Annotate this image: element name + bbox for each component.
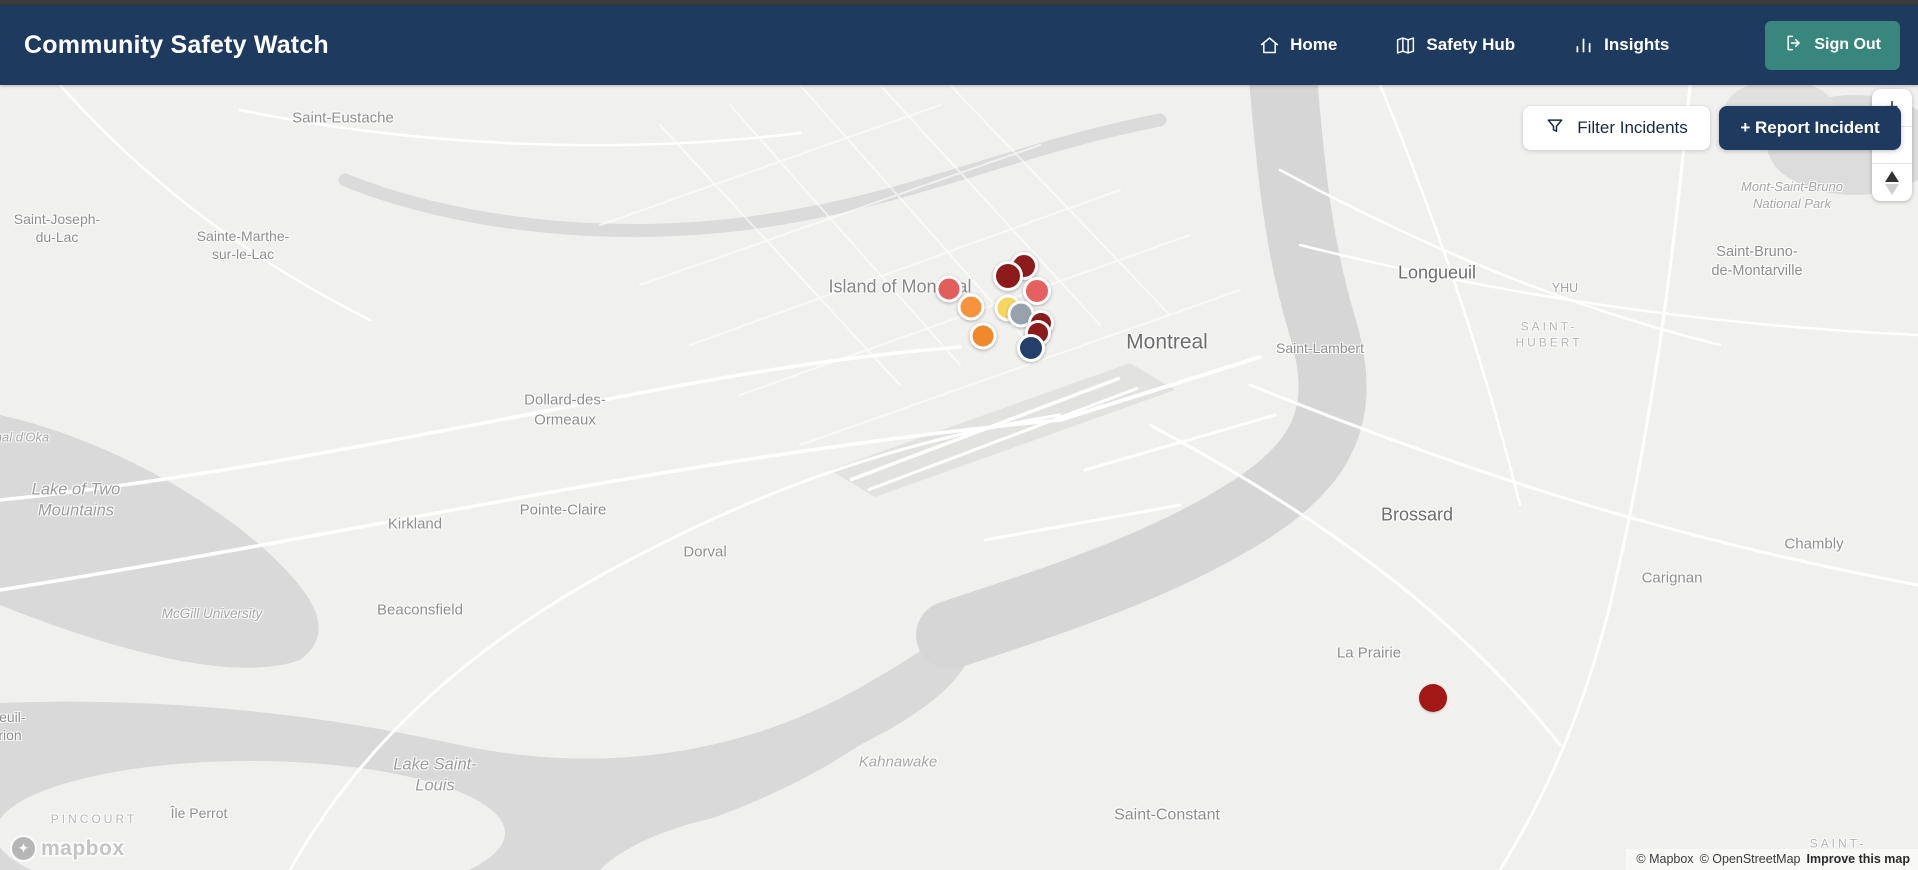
improve-map-link[interactable]: Improve this map [1807,852,1911,866]
river-st-lawrence [916,85,1367,669]
compass-needle-north-icon [1885,170,1899,182]
incident-marker[interactable] [957,293,985,321]
sign-out-button[interactable]: Sign Out [1765,20,1900,70]
osm-attribution-link[interactable]: © OpenStreetMap [1700,852,1801,866]
map-attribution: © Mapbox © OpenStreetMap Improve this ma… [1626,849,1918,870]
nav-item-home[interactable]: Home [1259,35,1337,56]
filter-incidents-label: Filter Incidents [1577,118,1688,137]
mapbox-logo[interactable]: ✦ mapbox [10,835,125,862]
nav-item-label: Safety Hub [1426,35,1516,54]
incident-marker[interactable] [1419,684,1447,712]
compass-button[interactable] [1872,163,1912,201]
incident-marker[interactable] [1017,334,1045,362]
home-icon [1259,35,1280,56]
basemap-art [0,85,1918,870]
mapbox-logo-text: mapbox [41,836,125,860]
app-header: Community Safety Watch Home Safety Hub I… [0,5,1918,85]
nav-item-insights[interactable]: Insights [1573,35,1669,56]
report-incident-button[interactable]: + Report Incident [1719,106,1901,150]
mapbox-logo-icon: ✦ [10,835,37,862]
nav-item-label: Home [1290,35,1338,54]
nav-item-label: Insights [1604,35,1670,54]
report-incident-label: + Report Incident [1740,118,1880,137]
filter-incidents-button[interactable]: Filter Incidents [1523,106,1710,150]
airport-area [830,363,1175,497]
mapbox-attribution-link[interactable]: © Mapbox [1636,852,1693,866]
map-icon [1395,35,1416,56]
funnel-icon [1545,116,1565,141]
water-shapes [0,85,1918,870]
incident-marker[interactable] [935,275,963,303]
incident-marker[interactable] [969,322,997,350]
incident-marker[interactable] [1023,277,1051,305]
incident-marker[interactable] [993,261,1023,291]
sign-out-icon [1784,33,1804,58]
main-nav: Home Safety Hub Insights Sign Out [1259,20,1900,70]
nav-item-safety-hub[interactable]: Safety Hub [1395,35,1515,56]
map-canvas[interactable]: Saint-Eustache Saint-Joseph- du-Lac Sainte… [0,85,1918,870]
river-north [338,113,1167,237]
sign-out-label: Sign Out [1814,36,1881,53]
compass-needle-south-icon [1885,183,1899,195]
bar-chart-icon [1573,35,1594,56]
page-title: Community Safety Watch [24,30,329,59]
